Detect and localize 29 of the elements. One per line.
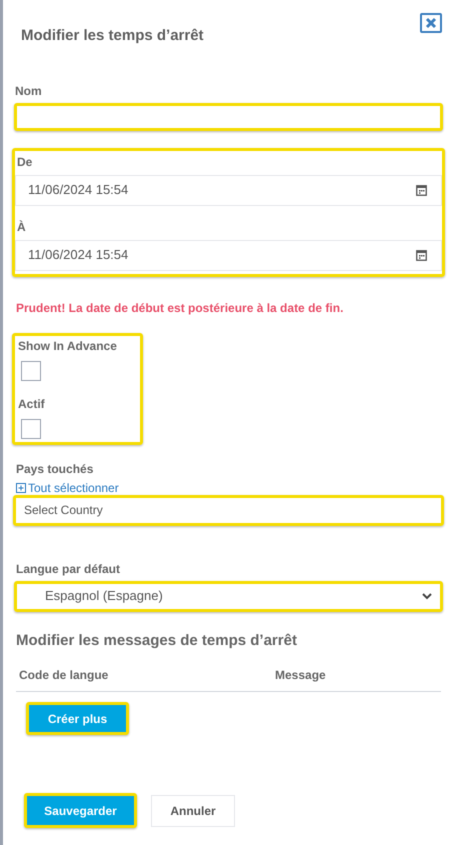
field-label: À xyxy=(16,218,27,236)
select-all-link[interactable]: Tout sélectionner xyxy=(16,480,119,494)
checkbox[interactable] xyxy=(21,418,41,438)
column-header: Message xyxy=(274,667,327,684)
dropdown[interactable]: Espagnol (Espagne) xyxy=(14,580,443,612)
checkbox-label: Actif xyxy=(17,396,46,412)
section-heading: Modifier les messages de temps d’arrêt xyxy=(15,630,298,650)
select-field[interactable]: Select Country xyxy=(13,494,444,526)
close-icon[interactable] xyxy=(420,13,442,33)
chevron-down-icon xyxy=(422,592,432,600)
field-label: Nom xyxy=(14,82,43,100)
checkbox[interactable] xyxy=(21,360,41,380)
checkbox-label: Show In Advance xyxy=(17,338,118,354)
plus-square-icon xyxy=(16,482,26,492)
date-value: 11/06/2024 15:54 xyxy=(28,246,128,264)
column-header: Code de langue xyxy=(18,667,110,684)
dropdown-value: Espagnol (Espagne) xyxy=(45,587,163,606)
input-field[interactable] xyxy=(14,102,443,130)
date-time-field[interactable]: 11/06/2024 15:54 xyxy=(15,174,442,206)
cancel-button[interactable]: Annuler xyxy=(151,794,235,826)
date-time-field[interactable]: 11/06/2024 15:54 xyxy=(15,240,442,270)
error-message: Prudent! La date de début est postérieure à la date de fin. xyxy=(15,300,344,316)
field-label: Langue par défaut xyxy=(15,560,122,578)
calendar-icon[interactable] xyxy=(416,184,427,196)
dialog-title: Modifier les temps d’arrêt xyxy=(21,26,204,46)
date-value: 11/06/2024 15:54 xyxy=(28,181,128,200)
field-label: De xyxy=(16,154,34,170)
calendar-icon[interactable] xyxy=(416,250,427,260)
field-label: Pays touchés xyxy=(15,460,94,478)
